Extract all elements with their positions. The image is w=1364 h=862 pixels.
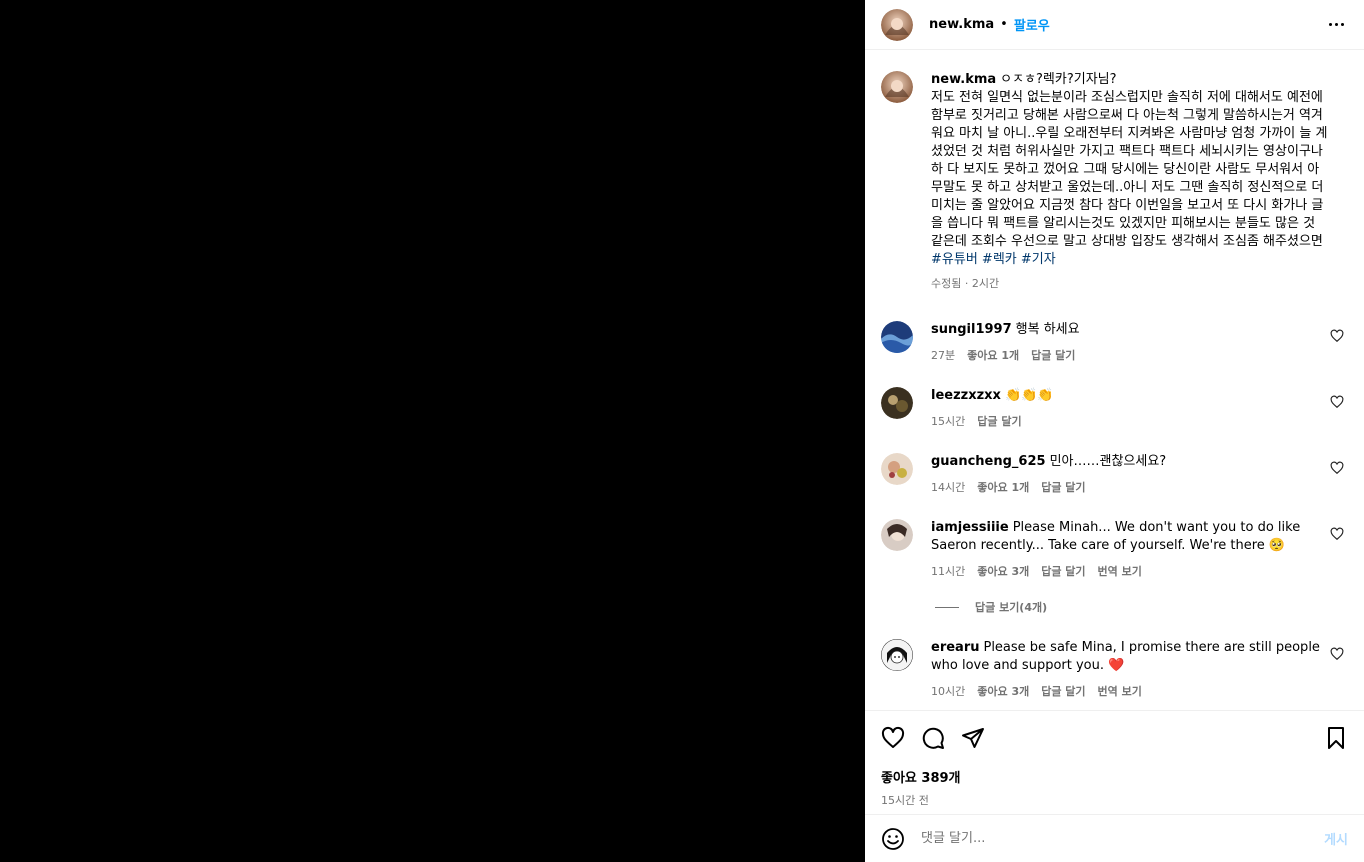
author-username[interactable]: new.kma	[929, 17, 994, 32]
view-replies-label: 답글 보기(4개)	[975, 601, 1048, 614]
comment-item: guancheng_625 민아……괜찮으세요? 14시간 좋아요 1개 답글 달…	[881, 453, 1348, 497]
bookmark-icon[interactable]	[1324, 726, 1348, 750]
avatar[interactable]	[881, 387, 913, 419]
avatar[interactable]	[881, 453, 913, 485]
comment-username[interactable]: sungil1997	[931, 322, 1012, 337]
comment-input[interactable]	[921, 831, 1325, 846]
heart-icon[interactable]	[1330, 395, 1344, 409]
translate-button[interactable]: 번역 보기	[1098, 683, 1142, 701]
follow-button[interactable]: 팔로우	[1014, 15, 1050, 34]
comment-likes[interactable]: 좋아요 3개	[977, 683, 1029, 701]
caption: new.kma ㅇㅈㅎ?렉카?기자님? 저도 전혀 일면식 없는분이라 조심스럽지…	[881, 71, 1348, 293]
avatar[interactable]	[881, 519, 913, 551]
hashtag[interactable]: #유튜버	[931, 252, 978, 267]
comment-icon[interactable]	[921, 726, 945, 750]
hashtag[interactable]: #렉카	[982, 252, 1017, 267]
avatar[interactable]	[881, 639, 913, 671]
post-media	[0, 0, 865, 862]
caption-meta: 수정됨 · 2시간	[931, 277, 1000, 290]
share-icon[interactable]	[961, 726, 985, 750]
comment-time: 15시간	[931, 415, 966, 428]
post-comment-button[interactable]: 게시	[1324, 829, 1348, 848]
comment-username[interactable]: iamjessiiie	[931, 520, 1009, 535]
like-count[interactable]: 좋아요 389개	[881, 767, 1348, 786]
post-actions: 좋아요 389개 15시간 전	[865, 710, 1364, 808]
heart-icon[interactable]	[1330, 329, 1344, 343]
comment-username[interactable]: leezzxzxx	[931, 388, 1001, 403]
comment-likes[interactable]: 좋아요 1개	[967, 347, 1019, 365]
reply-button[interactable]: 답글 달기	[1041, 683, 1085, 701]
comment-time: 14시간	[931, 481, 966, 494]
comment-text: 행복 하세요	[1015, 322, 1080, 337]
heart-icon[interactable]	[1330, 647, 1344, 661]
more-icon[interactable]	[1324, 13, 1348, 37]
post-header: new.kma • 팔로우	[865, 0, 1364, 50]
separator: •	[1000, 17, 1008, 32]
caption-text: 저도 전혀 일면식 없는분이라 조심스럽지만 솔직히 저에 대해서도 예전에 함…	[931, 90, 1328, 249]
comment-item: iamjessiiie Please Minah... We don't want…	[881, 519, 1348, 581]
caption-username[interactable]: new.kma	[931, 72, 996, 87]
comment-likes[interactable]: 좋아요 1개	[977, 479, 1029, 497]
comment-text: Please be safe Mina, I promise there are…	[931, 640, 1320, 673]
heart-icon[interactable]	[1330, 527, 1344, 541]
comment-username[interactable]: erearu	[931, 640, 979, 655]
author-avatar[interactable]	[881, 8, 913, 41]
reply-button[interactable]: 답글 달기	[1041, 479, 1085, 497]
comment-time: 27분	[931, 349, 956, 362]
comment-time: 10시간	[931, 685, 966, 698]
comment-item: sungil1997 행복 하세요 27분 좋아요 1개 답글 달기	[881, 321, 1348, 365]
heart-icon[interactable]	[881, 726, 905, 750]
comments-list[interactable]: new.kma ㅇㅈㅎ?렉카?기자님? 저도 전혀 일면식 없는분이라 조심스럽지…	[865, 51, 1364, 710]
author-avatar[interactable]	[881, 71, 913, 103]
comment-text: 👏👏👏	[1004, 388, 1054, 403]
caption-head: ㅇㅈㅎ?렉카?기자님?	[1000, 72, 1117, 87]
reply-button[interactable]: 답글 달기	[1041, 563, 1085, 581]
hashtag[interactable]: #기자	[1021, 252, 1056, 267]
comment-time: 11시간	[931, 565, 966, 578]
divider	[935, 606, 959, 608]
translate-button[interactable]: 번역 보기	[1098, 563, 1142, 581]
reply-button[interactable]: 답글 달기	[1031, 347, 1075, 365]
add-comment-bar: 게시	[865, 814, 1364, 862]
avatar[interactable]	[881, 321, 913, 353]
post-panel: new.kma • 팔로우 new.kma ㅇㅈㅎ?렉카?기자님? 저도 전혀 일…	[865, 0, 1364, 862]
comment-item: erearu Please be safe Mina, I promise the…	[881, 639, 1348, 701]
comment-username[interactable]: guancheng_625	[931, 454, 1046, 469]
reply-button[interactable]: 답글 달기	[977, 413, 1021, 431]
comment-item: leezzxzxx 👏👏👏 15시간 답글 달기	[881, 387, 1348, 431]
comment-likes[interactable]: 좋아요 3개	[977, 563, 1029, 581]
view-replies-button[interactable]: 답글 보기(4개)	[935, 599, 1348, 615]
post-time: 15시간 전	[881, 794, 929, 807]
heart-icon[interactable]	[1330, 461, 1344, 475]
emoji-icon[interactable]	[881, 827, 905, 851]
comment-text: 민아……괜찮으세요?	[1049, 454, 1167, 469]
